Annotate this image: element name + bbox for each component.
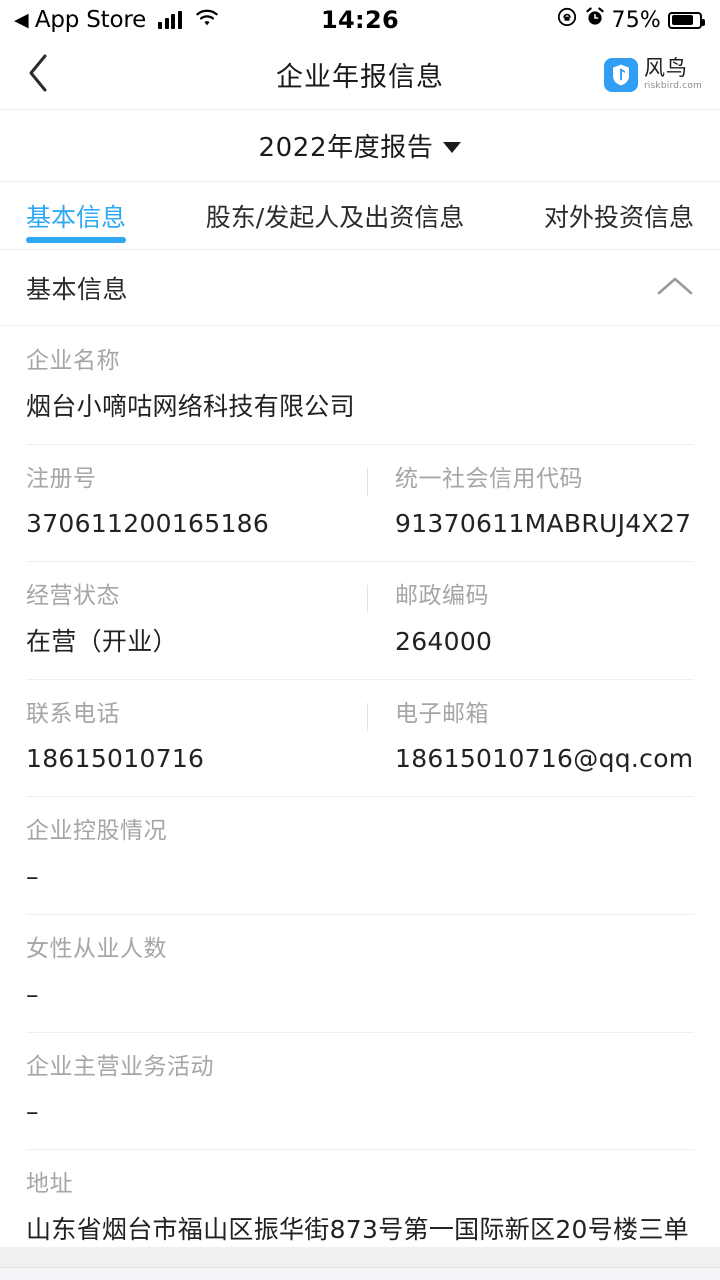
field-email-value: 18615010716@qq.com — [395, 744, 694, 774]
brand-logo-text: 风鸟 riskbird.com — [644, 58, 702, 91]
alarm-icon — [585, 7, 605, 33]
brand-name-en: riskbird.com — [643, 81, 702, 91]
field-postal-code: 邮政编码 264000 — [367, 583, 708, 659]
field-address-value: 山东省烟台市福山区振华街873号第一国际新区20号楼三单元502 — [26, 1214, 689, 1244]
tab-basic-info[interactable]: 基本信息 — [25, 182, 127, 249]
tab-bar: 基本信息 股东/发起人及出资信息 对外投资信息 — [0, 182, 720, 250]
field-holding-status: 企业控股情况 – — [0, 796, 720, 914]
field-phone: 联系电话 18615010716 — [26, 701, 367, 777]
tab-active-underline — [25, 237, 127, 243]
brand-name-cn: 风鸟 — [643, 56, 688, 80]
field-credit-code-value: 91370611MABRUJ4X27 — [395, 509, 692, 539]
section-header-basic-info[interactable]: 基本信息 — [0, 250, 720, 326]
field-registration-no: 注册号 370611200165186 — [26, 466, 367, 542]
wifi-icon — [195, 7, 219, 33]
field-company-name: 企业名称 烟台小嘀咕网络科技有限公司 — [0, 326, 720, 444]
status-bar: ◀ App Store 14:26 75% — [0, 0, 720, 40]
tab-shareholder-contribution[interactable]: 股东/发起人及出资信息 — [126, 182, 544, 249]
field-registration-no-label: 注册号 — [26, 465, 97, 492]
basic-info-field-list: 企业名称 烟台小嘀咕网络科技有限公司 注册号 370611200165186 统… — [0, 326, 720, 1247]
battery-percent-label: 75% — [611, 7, 661, 33]
field-company-name-label: 企业名称 — [26, 348, 120, 374]
chevron-up-icon[interactable] — [656, 274, 694, 302]
status-bar-right: 75% — [556, 6, 705, 34]
back-button[interactable] — [0, 40, 76, 109]
app-screen: ◀ App Store 14:26 75% 企业年报信息 风鸟 riskbird… — [0, 0, 720, 1280]
bottom-separator-band — [0, 1247, 720, 1268]
field-postal-code-value: 264000 — [395, 626, 493, 656]
field-company-name-value: 烟台小嘀咕网络科技有限公司 — [26, 391, 355, 421]
field-holding-status-value: – — [26, 861, 39, 891]
caret-down-icon — [443, 142, 462, 153]
field-main-business-label: 企业主营业务活动 — [26, 1053, 214, 1080]
back-to-app-triangle-icon[interactable]: ◀ — [14, 10, 29, 30]
field-credit-code-label: 统一社会信用代码 — [395, 465, 583, 492]
field-main-business-value: – — [26, 1097, 39, 1127]
field-operating-status-label: 经营状态 — [26, 583, 120, 610]
battery-icon — [668, 11, 705, 29]
field-postal-code-label: 邮政编码 — [395, 583, 489, 610]
tab-shareholder-contribution-label: 股东/发起人及出资信息 — [205, 202, 465, 232]
field-female-employees-label: 女性从业人数 — [26, 935, 167, 962]
field-row-contact: 联系电话 18615010716 电子邮箱 18615010716@qq.com — [0, 678, 720, 797]
field-operating-status: 经营状态 在营（开业） — [26, 583, 367, 659]
field-row-status: 经营状态 在营（开业） 邮政编码 264000 — [0, 561, 720, 679]
field-email-label: 电子邮箱 — [395, 700, 489, 727]
field-registration-no-value: 370611200165186 — [26, 509, 270, 539]
section-title: 基本信息 — [26, 274, 129, 304]
field-female-employees: 女性从业人数 – — [0, 913, 720, 1032]
shield-icon — [603, 57, 638, 92]
field-female-employees-value: – — [26, 979, 39, 1009]
navigation-bar: 企业年报信息 风鸟 riskbird.com — [0, 40, 720, 110]
bottom-tinted-band — [0, 1268, 720, 1280]
field-email: 电子邮箱 18615010716@qq.com — [367, 701, 708, 777]
year-report-label: 2022年度报告 — [258, 133, 434, 163]
field-holding-status-label: 企业控股情况 — [26, 818, 167, 845]
tab-basic-info-label: 基本信息 — [26, 202, 127, 232]
brand-logo[interactable]: 风鸟 riskbird.com — [603, 57, 702, 92]
back-to-app-label[interactable]: App Store — [35, 7, 146, 33]
tab-outbound-investment-label: 对外投资信息 — [543, 202, 694, 232]
cellular-signal-icon — [158, 11, 182, 29]
chevron-left-icon — [25, 52, 51, 98]
field-address: 地址 山东省烟台市福山区振华街873号第一国际新区20号楼三单元502 — [0, 1149, 720, 1247]
year-report-selector[interactable]: 2022年度报告 — [0, 110, 720, 182]
field-credit-code: 统一社会信用代码 91370611MABRUJ4X27 — [367, 466, 708, 542]
tab-outbound-investment[interactable]: 对外投资信息 — [544, 182, 694, 249]
rotation-lock-icon — [556, 6, 578, 34]
field-phone-value: 18615010716 — [26, 744, 205, 774]
field-address-label: 地址 — [26, 1171, 73, 1198]
field-phone-label: 联系电话 — [26, 700, 120, 727]
field-row-registration: 注册号 370611200165186 统一社会信用代码 91370611MAB… — [0, 443, 720, 562]
field-main-business: 企业主营业务活动 – — [0, 1031, 720, 1150]
status-bar-left[interactable]: ◀ App Store — [14, 7, 219, 33]
field-operating-status-value: 在营（开业） — [26, 626, 178, 656]
